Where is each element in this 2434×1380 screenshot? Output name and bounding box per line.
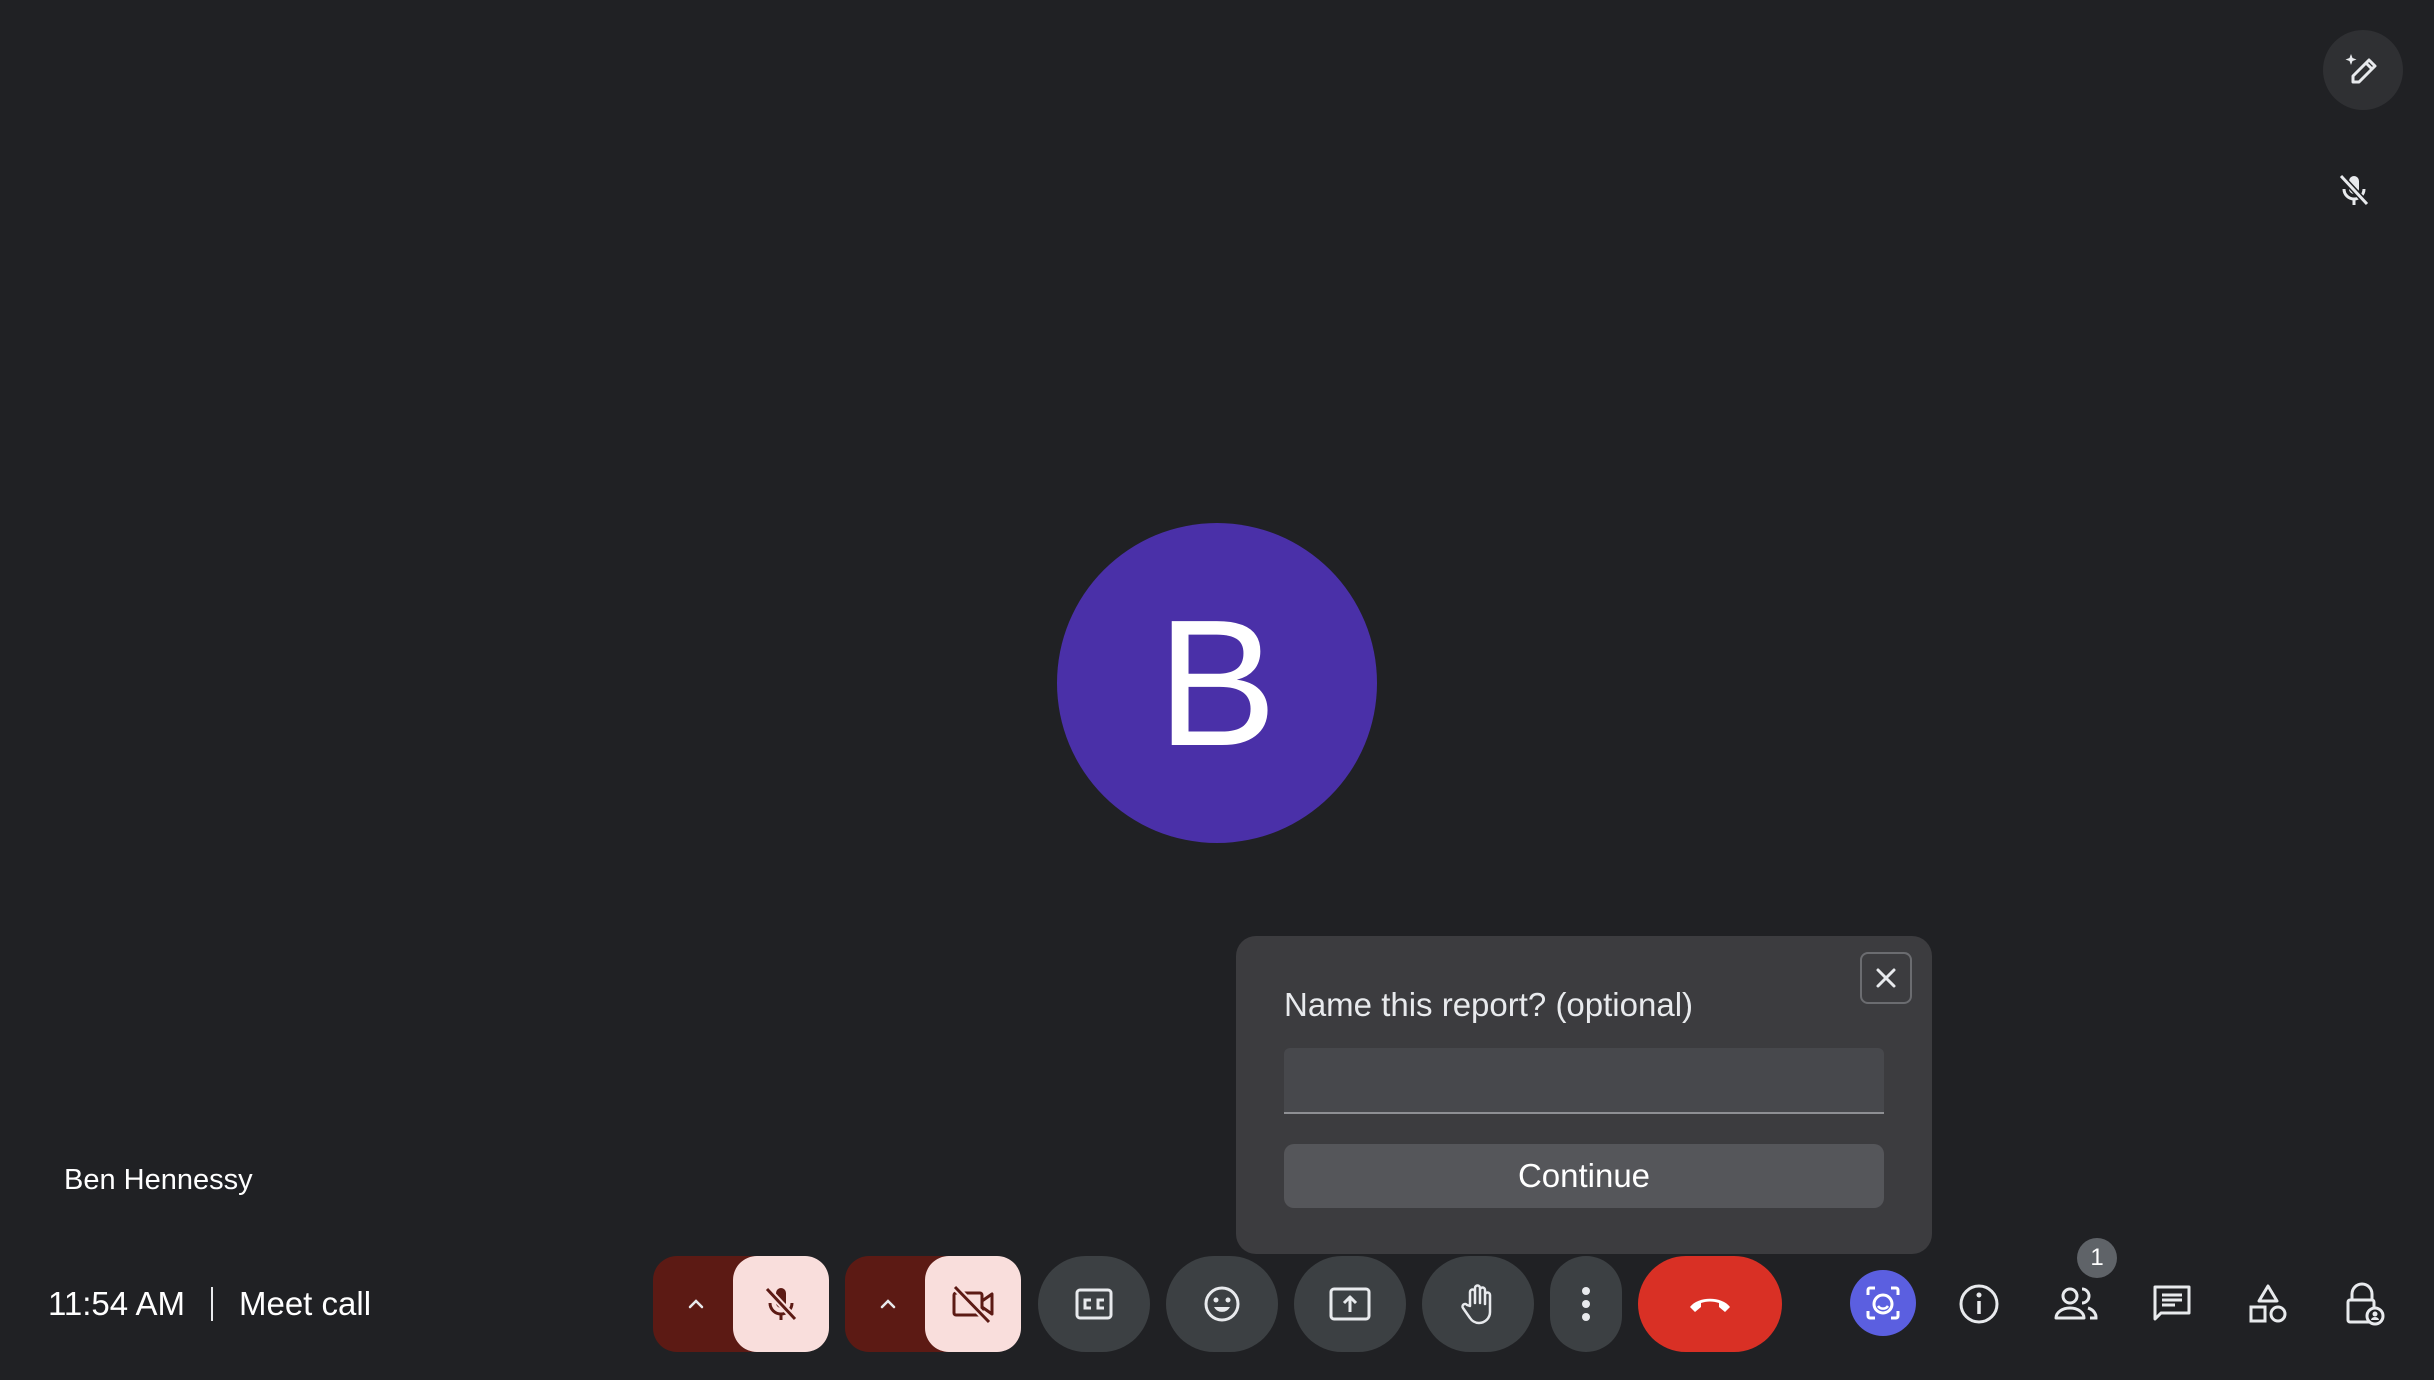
chat-button[interactable] (2138, 1270, 2206, 1338)
host-controls-icon (2343, 1282, 2385, 1326)
people-count-badge: 1 (2077, 1238, 2117, 1278)
dialog-title: Name this report? (optional) (1284, 986, 1694, 1023)
meeting-stage: B Ben Hennessy 11:54 AM Meet call Name t… (0, 0, 2434, 1380)
pencil-sparkle-icon (2343, 50, 2383, 90)
captions-button[interactable] (1038, 1256, 1150, 1352)
people-icon (2052, 1284, 2100, 1324)
activities-button[interactable] (2234, 1270, 2302, 1338)
reactions-button[interactable] (1166, 1256, 1278, 1352)
close-icon (1874, 966, 1898, 990)
camera-off-icon (949, 1282, 997, 1326)
participant-avatar: B (1057, 523, 1377, 843)
people-button[interactable] (2042, 1270, 2110, 1338)
meeting-info: 11:54 AM Meet call (48, 1282, 371, 1326)
meeting-time: 11:54 AM (48, 1285, 185, 1322)
more-vert-icon (1580, 1284, 1592, 1324)
report-name-dialog: Name this report? (optional) Continue (1236, 936, 1932, 1254)
chat-icon (2151, 1283, 2193, 1325)
mic-off-icon (759, 1282, 803, 1326)
participant-name-label: Ben Hennessy (64, 1164, 253, 1196)
meeting-info-divider (210, 1287, 213, 1321)
present-button[interactable] (1294, 1256, 1406, 1352)
present-icon (1328, 1286, 1372, 1322)
leave-call-button[interactable] (1638, 1256, 1782, 1352)
info-icon (1958, 1283, 2000, 1325)
camera-toggle-button[interactable] (925, 1256, 1021, 1352)
emoji-icon (1202, 1284, 1242, 1324)
captions-icon (1074, 1287, 1114, 1321)
activities-icon (2247, 1283, 2289, 1325)
dialog-close-button[interactable] (1860, 952, 1912, 1004)
raise-hand-icon (1458, 1282, 1498, 1326)
effects-icon (1863, 1283, 1903, 1323)
effects-button[interactable] (1850, 1270, 1916, 1336)
continue-button[interactable]: Continue (1284, 1144, 1884, 1208)
report-name-input[interactable] (1284, 1048, 1884, 1114)
meeting-info-button[interactable] (1945, 1270, 2013, 1338)
host-controls-button[interactable] (2330, 1270, 2398, 1338)
tile-mic-off-icon (2334, 170, 2374, 210)
mic-toggle-button[interactable] (733, 1256, 829, 1352)
more-options-button[interactable] (1550, 1256, 1622, 1352)
raise-hand-button[interactable] (1422, 1256, 1534, 1352)
avatar-initial: B (1156, 582, 1278, 784)
chevron-up-icon (684, 1292, 708, 1316)
meeting-title: Meet call (238, 1285, 372, 1322)
pencil-sparkle-button[interactable] (2323, 30, 2403, 110)
call-end-icon (1686, 1292, 1734, 1316)
chevron-up-icon (876, 1292, 900, 1316)
